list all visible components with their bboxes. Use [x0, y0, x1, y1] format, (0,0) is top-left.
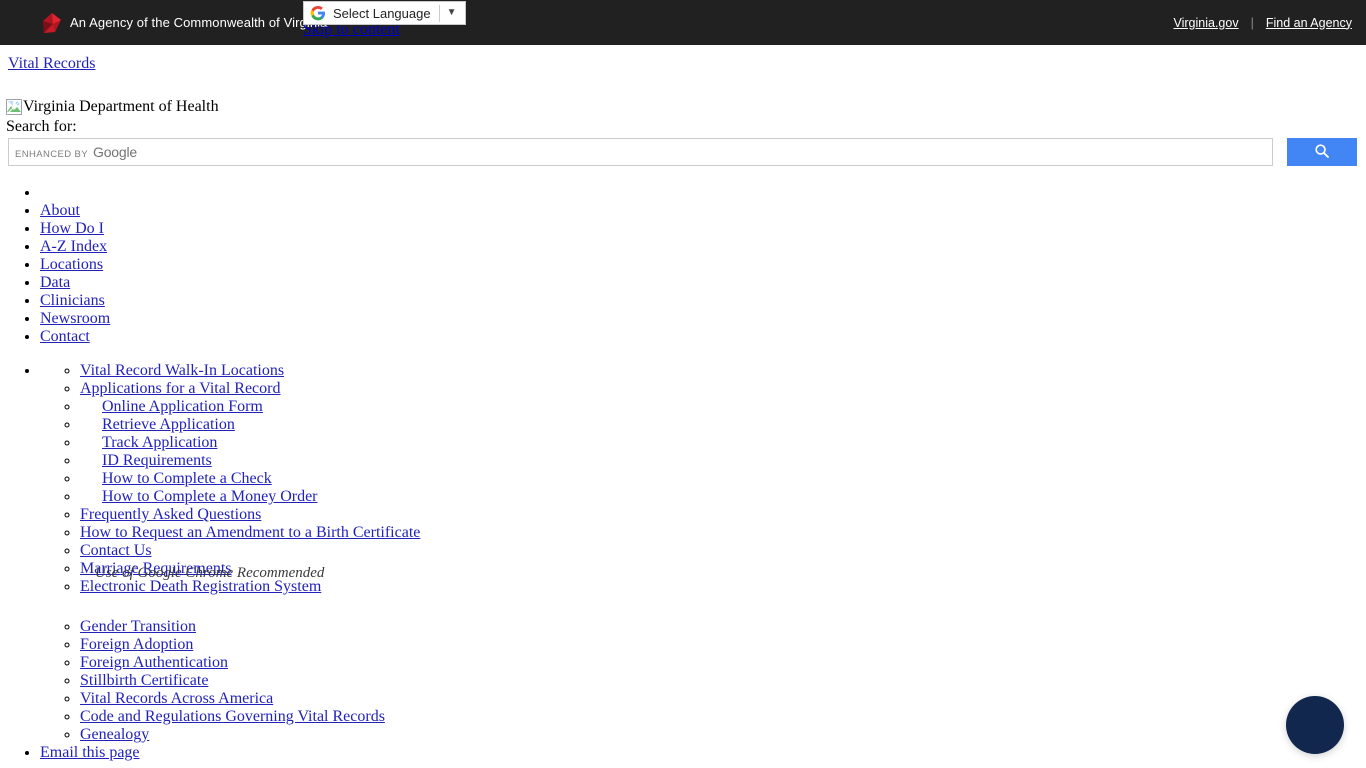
find-an-agency-link[interactable]: Find an Agency: [1266, 16, 1352, 30]
nav-link-contact[interactable]: Contact: [40, 328, 90, 345]
link-vital-records-across-america[interactable]: Vital Records Across America: [80, 690, 273, 707]
commonwealth-banner-links: Virginia.gov | Find an Agency: [1173, 0, 1352, 45]
vital-records-sub-list-two: Gender Transition Foreign Adoption Forei…: [40, 618, 1366, 744]
translate-selected-language: Select Language: [333, 5, 431, 21]
agency-statement: An Agency of the Commonwealth of Virgini…: [70, 15, 328, 30]
page-content: Vital Records Virginia Department of Hea…: [0, 45, 1366, 762]
nav-link-a-z-index[interactable]: A-Z Index: [40, 238, 107, 255]
list-item[interactable]: Frequently Asked Questions: [80, 506, 1366, 524]
list-item[interactable]: Contact Us: [80, 542, 1366, 560]
link-track-application[interactable]: Track Application: [102, 434, 217, 451]
nav-link-how-do-i[interactable]: How Do I: [40, 220, 104, 237]
sidebar-item-clinicians[interactable]: Clinicians: [40, 292, 1366, 310]
list-item[interactable]: Email this page: [40, 744, 1366, 762]
secondary-nav-group: Vital Record Walk-In Locations Applicati…: [40, 362, 1366, 744]
commonwealth-banner: An Agency of the Commonwealth of Virgini…: [0, 0, 1366, 45]
broken-image-icon: [6, 99, 22, 115]
list-item[interactable]: Code and Regulations Governing Vital Rec…: [80, 708, 1366, 726]
sidebar-item-data[interactable]: Data: [40, 274, 1366, 292]
search-label: Search for:: [6, 118, 77, 135]
nav-link-about[interactable]: About: [40, 202, 80, 219]
primary-navigation: About How Do I A-Z Index Locations Data …: [0, 184, 1366, 346]
link-vital-record-walk-in-locations[interactable]: Vital Record Walk-In Locations: [80, 362, 284, 379]
google-cse-branding: ENHANCED BY Google: [15, 144, 137, 160]
nav-link-clinicians[interactable]: Clinicians: [40, 292, 105, 309]
list-item[interactable]: Gender Transition: [80, 618, 1366, 636]
vdh-logo-row: Virginia Department of Health: [6, 97, 1366, 117]
chat-bubble-icon[interactable]: [1286, 696, 1344, 754]
link-gender-transition[interactable]: Gender Transition: [80, 618, 196, 635]
list-item[interactable]: Online Application Form: [80, 398, 1366, 416]
list-item[interactable]: Vital Records Across America: [80, 690, 1366, 708]
search-row: ENHANCED BY Google: [0, 138, 1366, 168]
virginia-gov-link[interactable]: Virginia.gov: [1173, 16, 1238, 30]
secondary-navigation: Vital Record Walk-In Locations Applicati…: [0, 362, 1366, 762]
chrome-recommended-note: Use of Google Chrome Recommended: [95, 565, 325, 581]
google-g-icon: [310, 5, 326, 21]
nav-link-locations[interactable]: Locations: [40, 256, 103, 273]
list-item[interactable]: ID Requirements: [80, 452, 1366, 470]
sidebar-item-about[interactable]: About: [40, 202, 1366, 220]
link-how-to-complete-a-check[interactable]: How to Complete a Check: [102, 470, 272, 487]
virginia-commonwealth-logo-icon: [42, 12, 62, 34]
vital-records-sub-list: Vital Record Walk-In Locations Applicati…: [40, 362, 1366, 596]
link-genealogy[interactable]: Genealogy: [80, 726, 149, 743]
link-online-application-form[interactable]: Online Application Form: [102, 398, 263, 415]
list-item[interactable]: How to Complete a Money Order: [80, 488, 1366, 506]
nav-link-newsroom[interactable]: Newsroom: [40, 310, 110, 327]
chevron-down-icon[interactable]: ▼: [440, 8, 463, 18]
list-item[interactable]: Stillbirth Certificate: [80, 672, 1366, 690]
link-applications-for-a-vital-record[interactable]: Applications for a Vital Record: [80, 380, 280, 397]
list-item[interactable]: Vital Record Walk-In Locations: [80, 362, 1366, 380]
email-this-page-link[interactable]: Email this page: [40, 744, 140, 761]
search-input[interactable]: ENHANCED BY Google: [8, 138, 1273, 166]
google-wordmark: Google: [93, 144, 137, 160]
link-how-to-complete-a-money-order[interactable]: How to Complete a Money Order: [102, 488, 318, 505]
link-frequently-asked-questions[interactable]: Frequently Asked Questions: [80, 506, 261, 523]
vdh-logo-alt-text: Virginia Department of Health: [23, 98, 219, 115]
google-translate-widget[interactable]: Select Language ▼: [303, 1, 466, 25]
list-item[interactable]: Applications for a Vital Record: [80, 380, 1366, 398]
list-gap: [40, 596, 1366, 618]
link-id-requirements[interactable]: ID Requirements: [102, 452, 212, 469]
link-foreign-adoption[interactable]: Foreign Adoption: [80, 636, 193, 653]
enhanced-by-label: ENHANCED BY: [15, 149, 89, 160]
search-submit-button[interactable]: [1287, 138, 1357, 166]
link-separator: |: [1250, 15, 1254, 30]
sidebar-item-how-do-i[interactable]: How Do I: [40, 220, 1366, 238]
sidebar-item-locations[interactable]: Locations: [40, 256, 1366, 274]
list-item[interactable]: Foreign Adoption: [80, 636, 1366, 654]
sidebar-item-a-z-index[interactable]: A-Z Index: [40, 238, 1366, 256]
sidebar-item-contact[interactable]: Contact: [40, 328, 1366, 346]
nav-item-empty: [40, 184, 1366, 202]
list-item[interactable]: How to Complete a Check: [80, 470, 1366, 488]
link-stillbirth-certificate[interactable]: Stillbirth Certificate: [80, 672, 208, 689]
link-contact-us[interactable]: Contact Us: [80, 542, 152, 559]
sidebar-item-newsroom[interactable]: Newsroom: [40, 310, 1366, 328]
commonwealth-banner-left: An Agency of the Commonwealth of Virgini…: [42, 0, 328, 45]
list-item[interactable]: Genealogy: [80, 726, 1366, 744]
nav-link-data[interactable]: Data: [40, 274, 70, 291]
list-item[interactable]: Track Application: [80, 434, 1366, 452]
site-title-link[interactable]: Vital Records: [8, 55, 1366, 73]
link-retrieve-application[interactable]: Retrieve Application: [102, 416, 235, 433]
link-code-and-regulations[interactable]: Code and Regulations Governing Vital Rec…: [80, 708, 385, 725]
list-item[interactable]: How to Request an Amendment to a Birth C…: [80, 524, 1366, 542]
link-how-to-request-an-amendment[interactable]: How to Request an Amendment to a Birth C…: [80, 524, 420, 541]
list-item[interactable]: Foreign Authentication: [80, 654, 1366, 672]
list-item[interactable]: Retrieve Application: [80, 416, 1366, 434]
link-foreign-authentication[interactable]: Foreign Authentication: [80, 654, 228, 671]
search-icon: [1314, 143, 1330, 162]
